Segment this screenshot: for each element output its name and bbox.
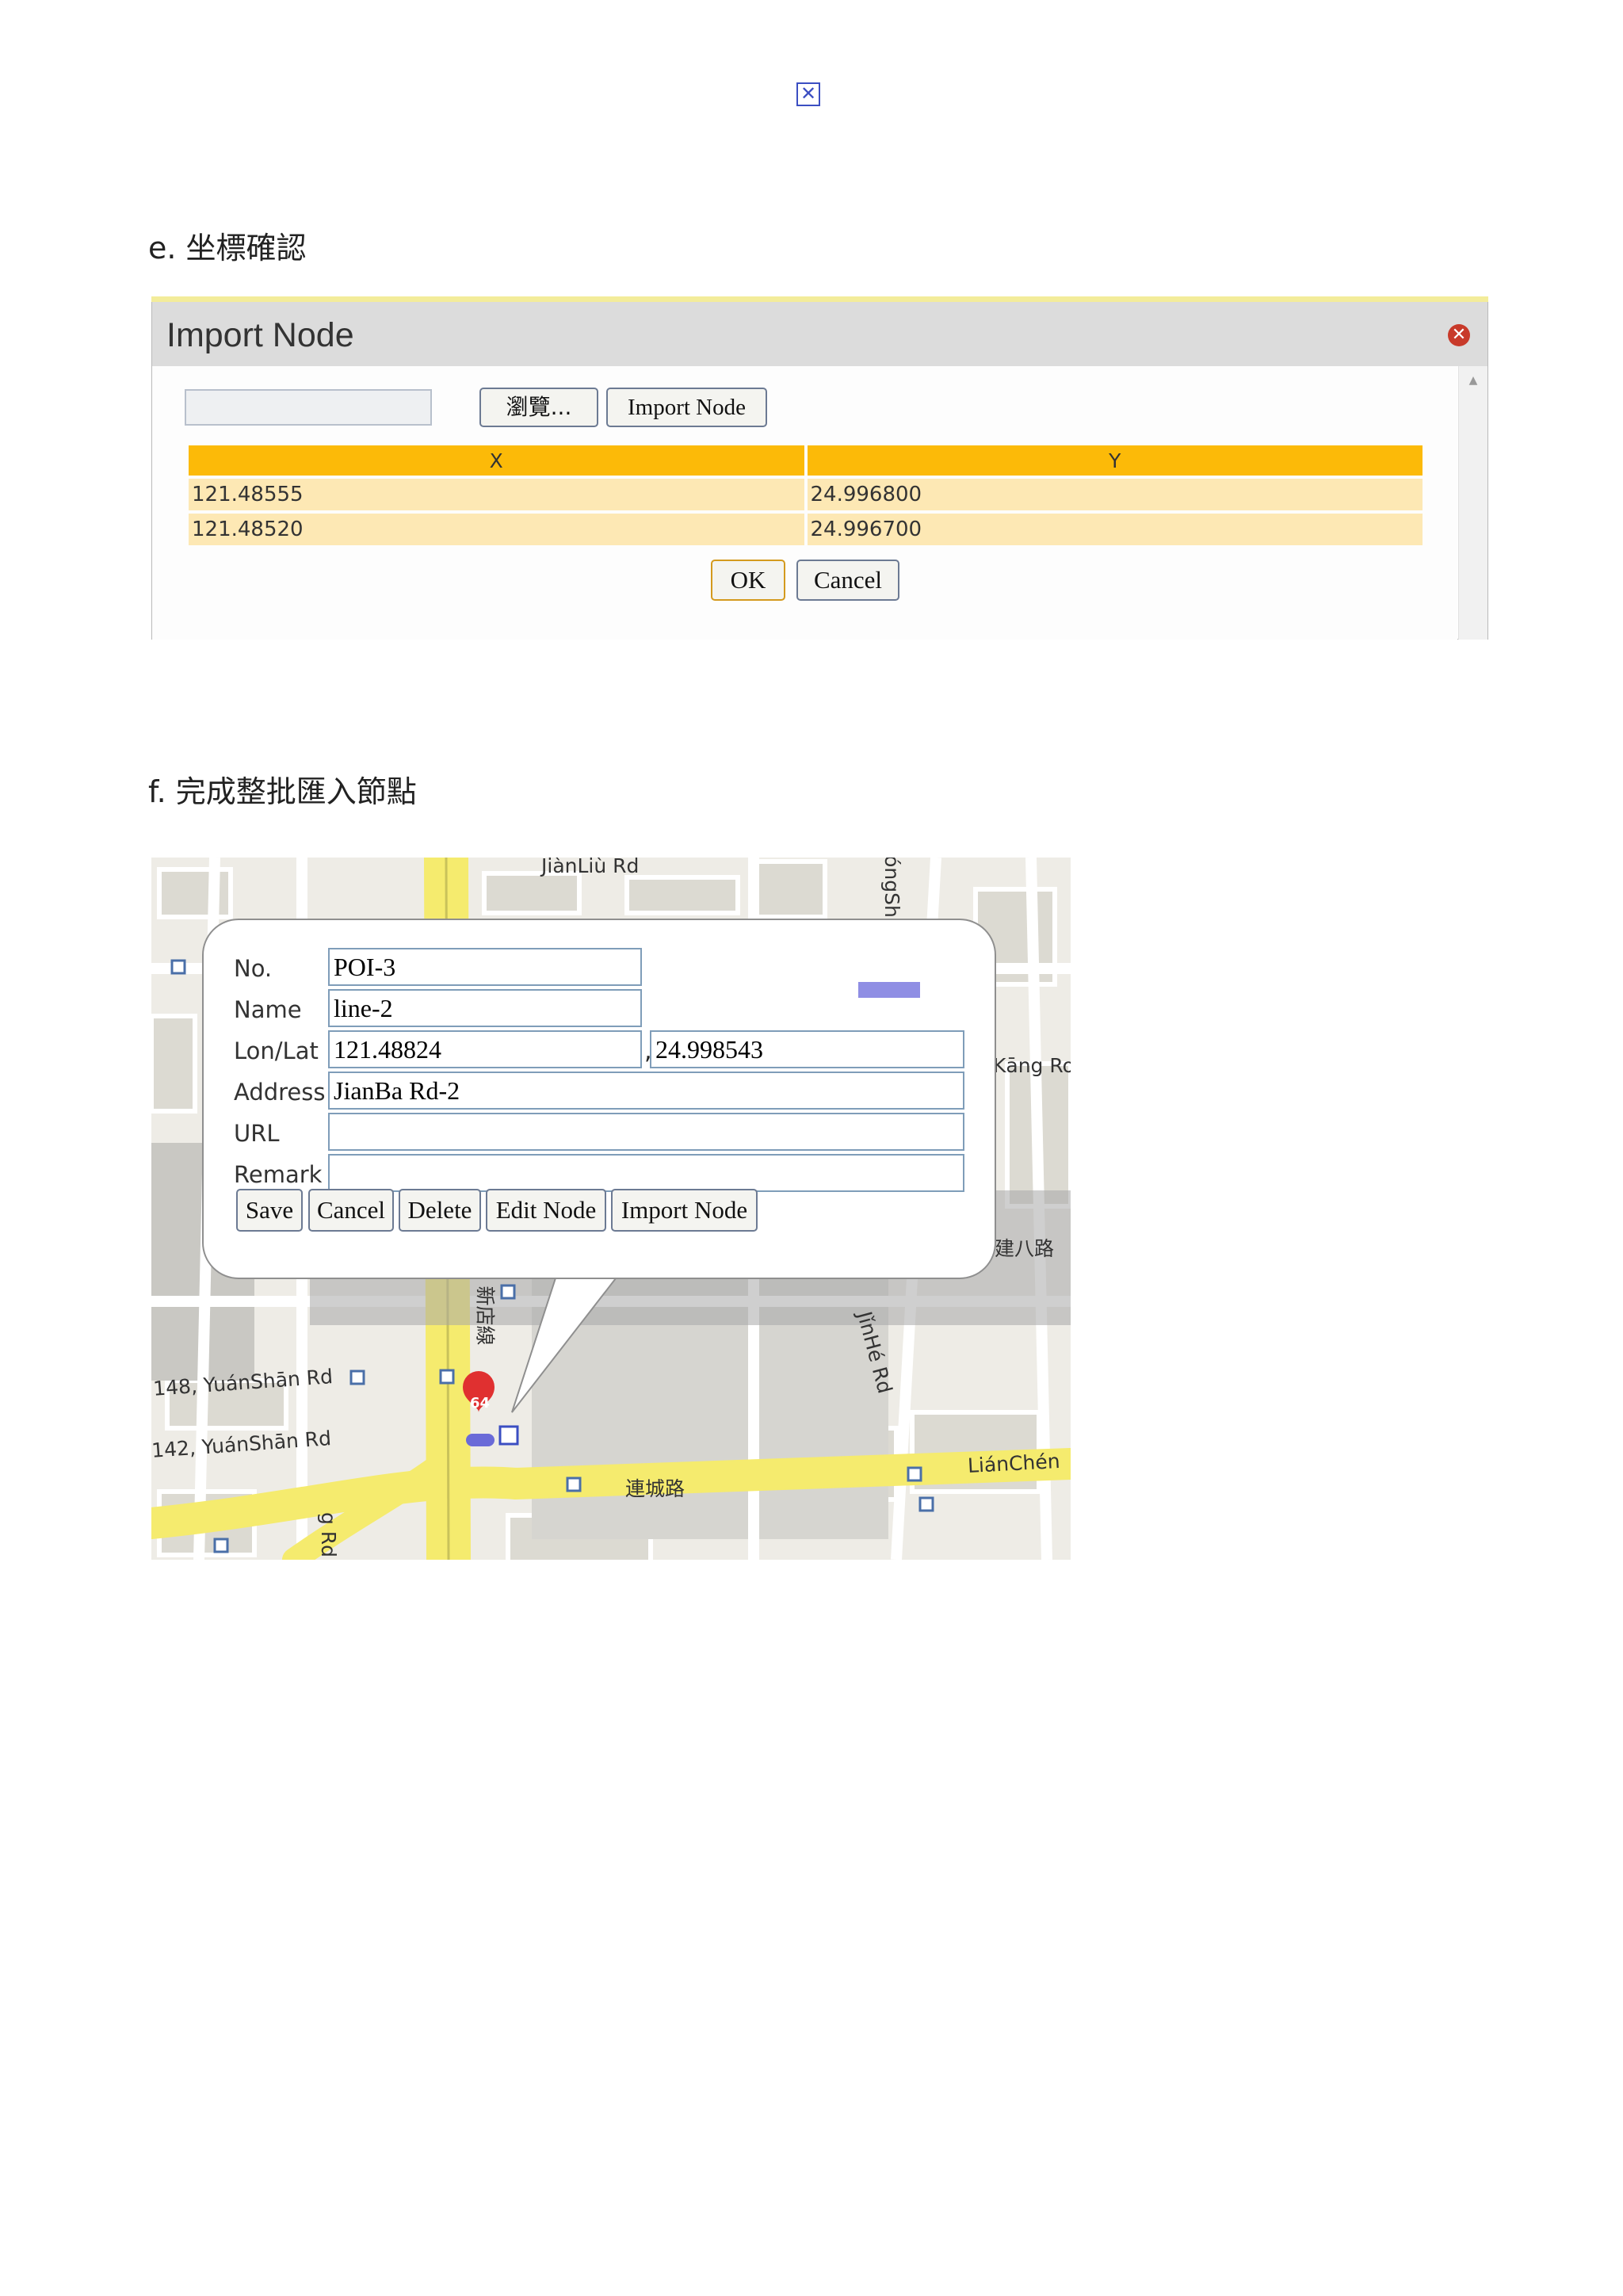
label-remark: Remark [234, 1161, 323, 1188]
step-f-heading: f. 完成整批匯入節點 [148, 774, 417, 809]
cancel-button[interactable]: Cancel [796, 560, 899, 601]
road-label-liancheng: LiánChén [967, 1449, 1061, 1478]
road-label-jianliu: JiànLiù Rd [541, 858, 640, 877]
label-url: URL [234, 1120, 280, 1147]
ok-button[interactable]: OK [711, 560, 785, 601]
file-path-input[interactable] [185, 389, 432, 426]
line-color-swatch [858, 982, 920, 998]
label-name: Name [234, 996, 302, 1023]
lon-field[interactable]: 121.48824 [328, 1030, 642, 1068]
save-button[interactable]: Save [236, 1189, 303, 1232]
delete-button[interactable]: Delete [399, 1189, 481, 1232]
column-header-x: X [189, 445, 804, 476]
label-lonlat: Lon/Lat [234, 1037, 319, 1064]
label-no: No. [234, 955, 273, 982]
road-label-kang: Kāng Ro [993, 1054, 1071, 1077]
lat-field[interactable]: 24.998543 [650, 1030, 964, 1068]
step-e-heading: e. 坐標確認 [148, 231, 307, 266]
browse-button[interactable]: 瀏覽... [479, 388, 598, 427]
road-label-liancheng-cn: 連城路 [625, 1477, 685, 1500]
table-cell: 121.48555 [189, 479, 804, 510]
import-node-button[interactable]: Import Node [606, 388, 767, 427]
url-field[interactable] [328, 1113, 964, 1151]
edit-node-button[interactable]: Edit Node [486, 1189, 606, 1232]
scroll-up-icon[interactable]: ▲ [1465, 372, 1481, 388]
popup-close-icon[interactable]: ✕ [796, 82, 820, 106]
name-field[interactable]: line-2 [328, 989, 642, 1027]
column-header-y: Y [807, 445, 1423, 476]
label-address: Address [234, 1079, 326, 1106]
road-label-yongshi: óngSh [880, 858, 903, 918]
no-field[interactable]: POI-3 [328, 948, 642, 986]
table-row: 121.48555 24.996800 [189, 479, 1423, 510]
close-icon[interactable]: ✕ [1448, 324, 1470, 346]
import-node-screenshot: Import Node ✕ ▲ 瀏覽... Import Node X Y 12… [151, 296, 1488, 640]
table-cell: 24.996700 [807, 514, 1423, 545]
remark-field[interactable] [328, 1154, 964, 1192]
table-header-row: X Y [189, 445, 1423, 476]
road-label-jianba: 建八路 [995, 1237, 1055, 1260]
address-field[interactable]: JianBa Rd-2 [328, 1072, 964, 1110]
dialog-titlebar: Import Node ✕ [152, 302, 1487, 366]
road-label-bottom-left: g Rd [317, 1511, 341, 1558]
import-node-dialog: Import Node ✕ ▲ 瀏覽... Import Node X Y 12… [151, 302, 1488, 640]
dialog-title: Import Node [166, 316, 354, 354]
cancel-button[interactable]: Cancel [308, 1189, 394, 1232]
table-cell: 121.48520 [189, 514, 804, 545]
dialog-scrollbar[interactable]: ▲ [1458, 366, 1487, 640]
route-shield-label: 64 [470, 1395, 491, 1412]
road-label-xindian: 新店線 [473, 1286, 497, 1346]
coordinate-table: X Y 121.48555 24.996800 121.48520 24.996… [185, 442, 1426, 548]
import-node-button[interactable]: Import Node [611, 1189, 758, 1232]
table-cell: 24.996800 [807, 479, 1423, 510]
table-row: 121.48520 24.996700 [189, 514, 1423, 545]
